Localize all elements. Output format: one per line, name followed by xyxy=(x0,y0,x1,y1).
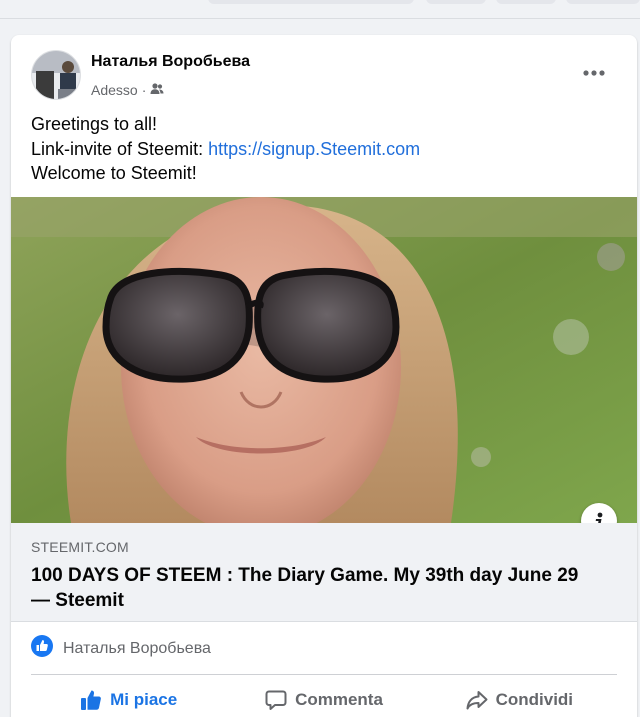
post-header: Наталья Воробьева Adesso · xyxy=(11,35,637,105)
link-preview-domain: STEEMIT.COM xyxy=(31,539,129,555)
thumbs-up-icon xyxy=(81,690,101,710)
author-name[interactable]: Наталья Воробьева xyxy=(91,53,250,71)
link-preview-title[interactable]: 100 DAYS OF STEEM : The Diary Game. My 3… xyxy=(31,563,601,613)
comment-button[interactable]: Commenta xyxy=(226,680,421,717)
post-time[interactable]: Adesso xyxy=(91,82,138,98)
post-card: Наталья Воробьева Adesso · Greetings to xyxy=(11,35,637,717)
composer-button[interactable] xyxy=(496,0,556,4)
composer-button[interactable] xyxy=(566,0,640,4)
action-bar: Mi piace Commenta Condividi xyxy=(31,680,617,717)
post-text-line: Link-invite of Steemit: https://signup.S… xyxy=(31,137,420,162)
invite-link[interactable]: https://signup.Steemit.com xyxy=(208,139,420,159)
post-text-line: Welcome to Steemit! xyxy=(31,163,197,183)
post-text-line: Greetings to all! xyxy=(31,114,158,134)
link-preview[interactable]: STEEMIT.COM 100 DAYS OF STEEM : The Diar… xyxy=(11,523,637,622)
comment-icon xyxy=(265,690,287,710)
post-text-prefix: Link-invite of Steemit: xyxy=(31,138,209,159)
reactions-summary[interactable]: Наталья Воробьева xyxy=(31,635,211,662)
friends-icon[interactable] xyxy=(150,82,164,98)
post-text: Greetings to all! Link-invite of Steemit… xyxy=(31,112,420,186)
share-icon xyxy=(466,691,488,710)
avatar[interactable] xyxy=(31,50,81,100)
divider xyxy=(0,18,640,19)
more-icon xyxy=(583,70,605,76)
reaction-names[interactable]: Наталья Воробьева xyxy=(63,640,211,658)
more-options-button[interactable] xyxy=(576,55,612,91)
composer-button[interactable] xyxy=(426,0,486,4)
like-button-label: Mi piace xyxy=(110,690,178,709)
post-image[interactable] xyxy=(11,197,637,523)
post-meta: Adesso · xyxy=(91,82,164,98)
like-button[interactable]: Mi piace xyxy=(31,680,226,717)
share-button-label: Condividi xyxy=(495,690,574,709)
like-icon xyxy=(31,635,53,662)
separator-dot: · xyxy=(141,82,147,98)
comment-button-label: Commenta xyxy=(295,690,383,709)
divider xyxy=(31,674,617,675)
share-button[interactable]: Condividi xyxy=(422,680,617,717)
composer-strip xyxy=(0,0,640,22)
composer-button[interactable] xyxy=(208,0,414,4)
